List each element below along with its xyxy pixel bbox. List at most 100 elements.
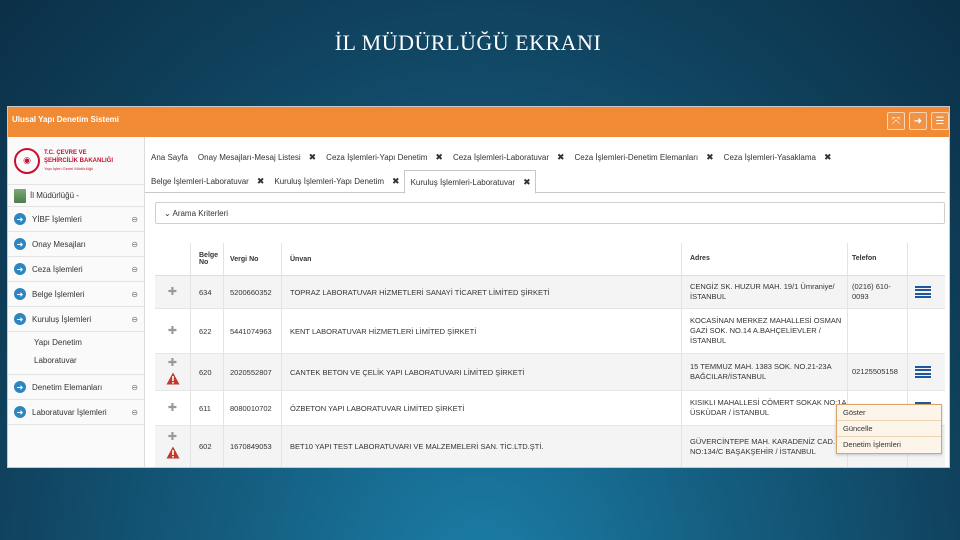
topbar: Ulusal Yapı Denetim Sistemi ⤧ ➜ ☰: [8, 107, 949, 137]
close-icon[interactable]: ✖: [257, 176, 265, 187]
sidebar-item-label: Kuruluş İşlemleri: [32, 314, 92, 324]
close-icon[interactable]: ✖: [706, 152, 714, 163]
table-row: ✚ 602 1670849053 BET10 YAPI TEST LABORATUVA…: [155, 426, 945, 467]
expand-plus-icon[interactable]: ✚: [168, 432, 177, 443]
cell-telefon: (0216) 610-0093: [848, 276, 908, 308]
arrow-right-icon: ➜: [14, 213, 26, 225]
collapse-icon[interactable]: ⊖: [131, 265, 138, 274]
menu-icon[interactable]: ☰: [931, 112, 949, 130]
sidebar-item[interactable]: ➜ Onay Mesajları ⊖: [8, 232, 144, 257]
sidebar-item[interactable]: ➜ Laboratuvar İşlemleri ⊖: [8, 400, 144, 425]
tab-label: Ana Sayfa: [151, 152, 188, 162]
cell-unvan: ÖZBETON YAPI LABORATUVAR LİMİTED ŞİRKETİ: [282, 391, 682, 425]
tab[interactable]: Ceza İşlemleri-Yasaklama ✖: [718, 147, 836, 167]
sidebar-item[interactable]: ➜ Ceza İşlemleri ⊖: [8, 257, 144, 282]
sidebar-item-label: Denetim Elemanları: [32, 382, 103, 392]
expand-plus-icon[interactable]: ✚: [168, 287, 177, 298]
collapse-icon[interactable]: ⊖: [131, 315, 138, 324]
row-actions: ✚: [155, 354, 191, 390]
sidebar: ◉ T.C. ÇEVRE VE ŞEHİRCİLİK BAKANLIĞI Yap…: [8, 137, 145, 467]
row-menu-item[interactable]: Güncelle: [837, 421, 941, 437]
collapse-icon[interactable]: ⊖: [131, 215, 138, 224]
cell-vergi-no: 2020552807: [224, 354, 282, 390]
tab[interactable]: Ceza İşlemleri-Yapı Denetim ✖: [320, 147, 447, 167]
arrow-right-icon: ➜: [14, 288, 26, 300]
cell-belge-no: 634: [191, 276, 224, 308]
avatar: [14, 188, 26, 203]
cell-unvan: TOPRAZ LABORATUVAR HİZMETLERİ SANAYİ TİC…: [282, 276, 682, 308]
cell-adres: KOCASİNAN MERKEZ MAHALLESİ OSMAN GAZİ SO…: [682, 309, 848, 353]
table-body: ✚ 634 5200660352 TOPRAZ LABORATUVAR HİZMETL…: [155, 276, 945, 467]
arrow-right-icon: ➜: [14, 313, 26, 325]
tab[interactable]: Belge İşlemleri-Laboratuvar ✖: [145, 171, 268, 191]
tab-label: Kuruluş İşlemleri-Yapı Denetim: [274, 176, 385, 186]
table-row: ✚ 611 8080010702 ÖZBETON YAPI LABORATUVAR L…: [155, 391, 945, 426]
row-menu: [908, 354, 938, 390]
tab[interactable]: Ceza İşlemleri-Denetim Elemanları ✖: [569, 147, 718, 167]
close-icon[interactable]: ✖: [435, 152, 443, 163]
cell-belge-no: 602: [191, 426, 224, 467]
expand-plus-icon[interactable]: ✚: [168, 326, 177, 337]
sidebar-item[interactable]: ➜ YİBF İşlemleri ⊖: [8, 207, 144, 232]
header-unvan: Ünvan: [282, 243, 682, 275]
arrow-right-icon: ➜: [14, 263, 26, 275]
submenu-item[interactable]: Yapı Denetim: [34, 334, 144, 352]
cell-telefon: [848, 309, 908, 353]
row-menu: [908, 276, 938, 308]
close-icon[interactable]: ✖: [392, 176, 400, 187]
submenu-item[interactable]: Laboratuvar: [34, 352, 144, 370]
main-content: Ana Sayfa Onay Mesajları-Mesaj Listesi ✖ Ce…: [145, 137, 949, 467]
tab[interactable]: Kuruluş İşlemleri-Yapı Denetim ✖: [268, 171, 403, 191]
hamburger-menu-icon[interactable]: [915, 285, 931, 299]
tab-label: Kuruluş İşlemleri-Laboratuvar: [410, 177, 516, 187]
collapse-icon[interactable]: ⊖: [131, 290, 138, 299]
row-menu-item[interactable]: Denetim İşlemleri: [837, 437, 941, 453]
user-row[interactable]: İl Müdürlüğü -: [8, 185, 144, 207]
row-menu-item[interactable]: Göster: [837, 405, 941, 421]
tab[interactable]: Ceza İşlemleri-Laboratuvar ✖: [447, 147, 569, 167]
cell-belge-no: 611: [191, 391, 224, 425]
arrow-right-icon: ➜: [14, 381, 26, 393]
cell-adres: KISIKLI MAHALLESİ CÖMERT SOKAK NO:1A ÜSK…: [682, 391, 848, 425]
sidebar-item[interactable]: ➜ Kuruluş İşlemleri ⊖: [8, 307, 144, 332]
sidebar-item-label: Laboratuvar İşlemleri: [32, 407, 107, 417]
fullscreen-icon[interactable]: ⤧: [887, 112, 905, 130]
header-vergi-no: Vergi No: [224, 243, 282, 275]
collapse-icon[interactable]: ⊖: [131, 408, 138, 417]
close-icon[interactable]: ✖: [523, 177, 531, 188]
header-adres: Adres: [682, 243, 848, 275]
cell-belge-no: 620: [191, 354, 224, 390]
expand-plus-icon[interactable]: ✚: [168, 357, 177, 368]
search-criteria-panel[interactable]: ⌄ Arama Kriterleri: [155, 202, 945, 224]
sidebar-item[interactable]: ➜ Belge İşlemleri ⊖: [8, 282, 144, 307]
collapse-icon[interactable]: ⊖: [131, 383, 138, 392]
warning-icon: [166, 372, 180, 387]
table-header: Belge No Vergi No Ünvan Adres Telefon: [155, 243, 945, 276]
sidebar-item[interactable]: ➜ Denetim Elemanları ⊖: [8, 375, 144, 400]
cell-belge-no: 622: [191, 309, 224, 353]
ministry-emblem-icon: ◉: [14, 147, 40, 174]
close-icon[interactable]: ✖: [309, 152, 317, 163]
row-actions: ✚: [155, 276, 191, 308]
cell-vergi-no: 5441074963: [224, 309, 282, 353]
close-icon[interactable]: ✖: [557, 152, 565, 163]
hamburger-menu-icon[interactable]: [915, 365, 931, 379]
sidebar-submenu: Yapı Denetim Laboratuvar: [8, 332, 144, 375]
header-telefon: Telefon: [848, 243, 908, 275]
tab[interactable]: Onay Mesajları-Mesaj Listesi ✖: [192, 147, 320, 167]
row-actions: ✚: [155, 309, 191, 353]
expand-plus-icon[interactable]: ✚: [168, 403, 177, 414]
tab-row-1: Ana Sayfa Onay Mesajları-Mesaj Listesi ✖ Ce…: [145, 145, 945, 169]
tab-label: Ceza İşlemleri-Yasaklama: [723, 152, 816, 162]
laboratory-table: Belge No Vergi No Ünvan Adres Telefon ✚ 6…: [155, 243, 945, 467]
table-row: ✚ 620 2020552807 CANTEK BETON VE ÇELİK YAPI…: [155, 354, 945, 391]
cell-adres: 15 TEMMUZ MAH. 1383 SOK. NO.21-23A BAĞCI…: [682, 354, 848, 390]
close-icon[interactable]: ✖: [824, 152, 832, 163]
row-actions: ✚: [155, 426, 191, 467]
cell-adres: GÜVERCİNTEPE MAH. KARADENİZ CAD. NO:134/…: [682, 426, 848, 467]
tab[interactable]: Ana Sayfa: [145, 147, 192, 167]
logo-line1: T.C. ÇEVRE VE: [44, 149, 87, 156]
tab[interactable]: Kuruluş İşlemleri-Laboratuvar ✖: [403, 170, 536, 194]
collapse-icon[interactable]: ⊖: [131, 240, 138, 249]
logout-icon[interactable]: ➜: [909, 112, 927, 130]
